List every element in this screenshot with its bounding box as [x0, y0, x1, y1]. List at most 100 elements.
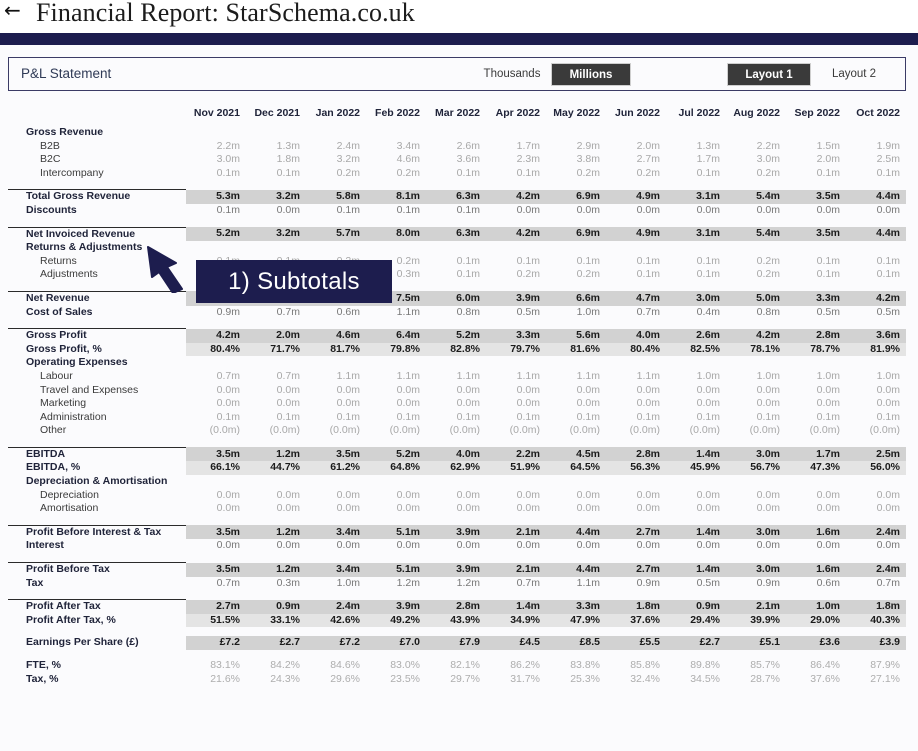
cell-value: 0.0m	[576, 502, 600, 515]
cell-value: 0.7m	[276, 369, 300, 382]
table-row: Operating Expenses	[8, 356, 906, 370]
cell-value: 1.1m	[516, 369, 540, 382]
cell-value	[786, 627, 846, 636]
cell-value	[186, 516, 246, 526]
cell-value: 2.4m	[306, 599, 366, 614]
table-rule-row	[8, 319, 906, 330]
cell-value: 0.1m	[516, 410, 540, 423]
table-rule-row	[8, 217, 906, 228]
cell-value	[306, 356, 366, 370]
cell-value	[426, 590, 486, 600]
cell-value: 1.6m	[786, 562, 846, 577]
cell-value	[546, 516, 606, 526]
cell-value: 0.7m	[216, 576, 240, 589]
cell-value: 5.1m	[366, 562, 426, 577]
cell-value: 0.0m	[456, 383, 480, 396]
cell-value: 3.6m	[846, 328, 906, 343]
cell-value: 0.4m	[696, 305, 720, 318]
cell-value: (0.0m)	[509, 424, 540, 437]
cell-value: 84.2%	[270, 659, 300, 671]
cell-value	[726, 590, 786, 600]
cell-value: 0.3m	[276, 576, 300, 589]
cell-value: 80.4%	[186, 342, 246, 357]
cell-value: 24.3%	[270, 672, 300, 685]
cell-value	[786, 438, 846, 448]
cell-value	[666, 241, 726, 255]
cell-value: 4.0m	[426, 447, 486, 462]
cell-value: £3.9	[846, 636, 906, 650]
cell-value: 3.0m	[216, 153, 240, 166]
cell-value	[246, 475, 306, 489]
cell-value: 0.0m	[636, 502, 660, 515]
cell-value	[366, 218, 426, 228]
cell-value	[726, 627, 786, 636]
cell-value	[846, 180, 906, 190]
table-row: Cost of Sales 0.9m 0.7m 0.6m 1.1m 0.8m 0.5m 1.0…	[8, 306, 906, 320]
cell-value: (0.0m)	[389, 424, 420, 437]
layout-toggle-1[interactable]: Layout 1	[727, 63, 811, 86]
cell-value: 0.0m	[876, 488, 900, 501]
cell-value	[546, 218, 606, 228]
cell-value	[366, 356, 426, 370]
cell-value: 6.0m	[426, 291, 486, 306]
row-label	[8, 217, 186, 228]
layout-toggle-2[interactable]: Layout 2	[813, 63, 895, 86]
column-header-month: Sep 2022	[794, 107, 840, 119]
cell-value: 0.0m	[336, 383, 360, 396]
cell-value: 0.0m	[216, 397, 240, 410]
cell-value: 0.1m	[336, 410, 360, 423]
back-arrow-icon[interactable]: ←	[4, 0, 30, 20]
cell-value: 32.4%	[630, 672, 660, 685]
cell-value: 0.1m	[276, 166, 300, 179]
cell-value: 0.1m	[456, 268, 480, 281]
cell-value: 0.0m	[516, 488, 540, 501]
cell-value	[606, 516, 666, 526]
cell-value: 0.0m	[456, 539, 480, 552]
cell-value	[666, 319, 726, 329]
cell-value	[666, 126, 726, 140]
cell-value: 0.0m	[576, 203, 600, 216]
cell-value: 5.4m	[726, 227, 786, 242]
cell-value: 3.8m	[576, 153, 600, 166]
cell-value: £7.9	[426, 636, 486, 650]
cell-value: 2.6m	[666, 328, 726, 343]
table-rule-row	[8, 515, 906, 526]
unit-toggle-thousands[interactable]: Thousands	[475, 63, 549, 86]
unit-toggle-millions[interactable]: Millions	[551, 63, 631, 86]
cell-value: 2.4m	[846, 525, 906, 540]
cell-value	[786, 650, 846, 659]
cell-value: 1.0m	[876, 369, 900, 382]
cell-value: 0.0m	[336, 488, 360, 501]
cell-value	[246, 516, 306, 526]
cell-value: 0.1m	[816, 268, 840, 281]
row-label: Cost of Sales	[26, 305, 93, 318]
cell-value	[426, 356, 486, 370]
cell-value: 0.9m	[636, 576, 660, 589]
cell-value	[246, 180, 306, 190]
cell-value: 51.5%	[186, 613, 246, 628]
cell-value	[486, 553, 546, 563]
cell-value: (0.0m)	[329, 424, 360, 437]
cell-value	[426, 553, 486, 563]
row-label	[8, 650, 186, 659]
cell-value: 0.7m	[876, 576, 900, 589]
cell-value	[246, 627, 306, 636]
cell-value: 43.9%	[426, 613, 486, 628]
cell-value	[366, 475, 426, 489]
cell-value: 0.0m	[696, 203, 720, 216]
navy-divider	[0, 33, 918, 45]
cell-value: 0.1m	[816, 166, 840, 179]
cell-value: 5.0m	[726, 291, 786, 306]
table-row: Labour 0.7m 0.7m 1.1m 1.1m 1.1m 1.1m 1.1m 1.1m 1.…	[8, 370, 906, 384]
cell-value: £5.1	[726, 636, 786, 650]
cell-value: 0.0m	[876, 383, 900, 396]
cell-value	[786, 475, 846, 489]
cell-value	[426, 627, 486, 636]
column-header-month: Apr 2022	[495, 107, 540, 119]
cell-value: 6.6m	[546, 291, 606, 306]
cell-value: 49.2%	[366, 613, 426, 628]
cell-value	[186, 126, 246, 140]
column-header-month: May 2022	[553, 107, 600, 119]
cell-value: (0.0m)	[449, 424, 480, 437]
cell-value: 0.0m	[636, 488, 660, 501]
